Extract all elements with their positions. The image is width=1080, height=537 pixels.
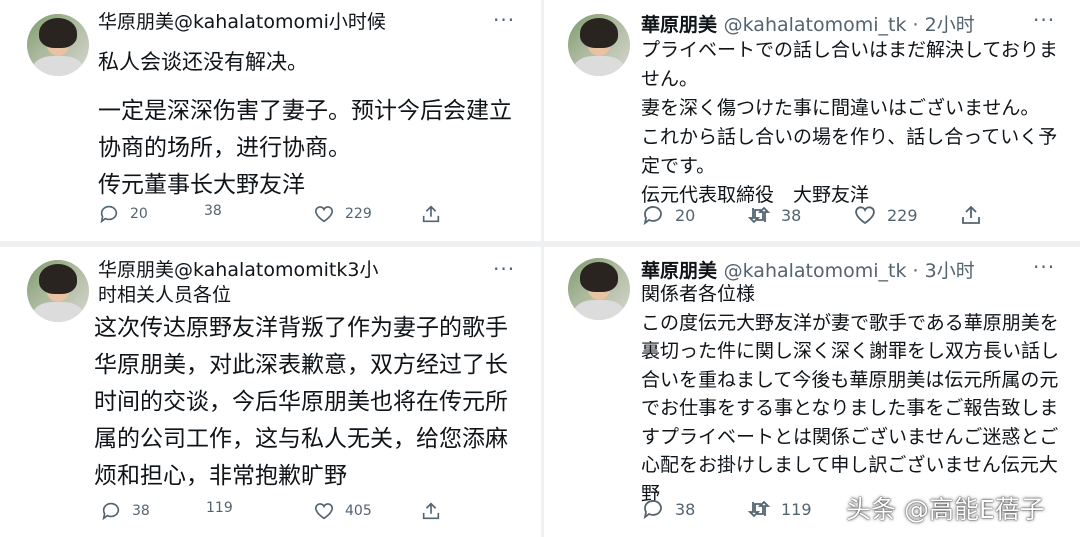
reply-button[interactable]: 20: [98, 203, 148, 225]
reply-button[interactable]: 20: [641, 203, 695, 227]
reply-icon: [102, 502, 120, 521]
more-options-icon[interactable]: ···: [493, 8, 515, 32]
like-button[interactable]: 229: [313, 203, 372, 225]
reply-icon: [643, 500, 662, 520]
share-icon: [962, 205, 980, 224]
reply-icon: [100, 205, 118, 224]
retweet-count: 119: [206, 500, 233, 516]
reply-icon: [643, 206, 662, 226]
tweet-text-line1: 私人会谈还没有解决。: [98, 50, 308, 74]
retweet-count: 38: [204, 203, 222, 219]
share-button[interactable]: [959, 203, 983, 227]
retweet-count: 38: [781, 205, 802, 225]
tweet-actions: 20 38 229: [98, 203, 538, 229]
tweet-author: 華原朋美 @kahalatomomi_tk · 3小时: [641, 256, 975, 283]
share-button[interactable]: [420, 500, 442, 522]
more-options-icon[interactable]: ···: [1033, 8, 1055, 32]
like-button[interactable]: 229: [853, 203, 918, 227]
avatar[interactable]: [568, 258, 630, 320]
tweet-actions: 38 119 405: [100, 500, 540, 526]
retweet-button[interactable]: 38: [204, 203, 222, 219]
share-icon: [422, 205, 440, 223]
retweet-count: 119: [781, 499, 812, 519]
tweet-text: 関係者各位様 この度伝元大野友洋が妻で歌手である華原朋美を 裏切った件に関し深く…: [641, 283, 1060, 505]
heart-icon: [314, 503, 334, 520]
handle-and-time: @kahalatomomi_tk · 3小时: [723, 260, 975, 282]
retweet-icon: [747, 206, 771, 224]
more-options-icon[interactable]: ···: [1033, 255, 1055, 279]
reply-count: 38: [132, 503, 150, 519]
tweet-header: 华原朋美@kahalatomomitk3小 时相关人员各位: [98, 259, 379, 306]
tweet-actions: 20 38 229: [641, 203, 1071, 229]
like-count: 229: [887, 205, 918, 225]
tweet-card-top-left[interactable]: 华原朋美@kahalatomomi小时候 ··· 私人会谈还没有解决。 一定是深…: [0, 0, 541, 241]
retweet-button[interactable]: 119: [747, 497, 812, 521]
reply-count: 20: [130, 206, 148, 222]
retweet-button[interactable]: 38: [747, 203, 801, 227]
tweet-card-top-right[interactable]: 華原朋美 @kahalatomomi_tk · 2小时 ··· プライベートでの…: [544, 0, 1080, 241]
display-name: 華原朋美: [641, 260, 718, 282]
like-count: 405: [345, 503, 372, 519]
avatar[interactable]: [27, 14, 89, 76]
display-name: 華原朋美: [641, 14, 718, 36]
tweet-text: 一定是深深伤害了妻子。预计今后会建立 协商的场所，进行协商。 传元董事长大野友洋: [98, 98, 512, 198]
heart-icon: [314, 206, 334, 223]
share-icon: [422, 502, 440, 520]
retweet-button[interactable]: 119: [206, 500, 233, 516]
avatar[interactable]: [27, 260, 89, 322]
share-button[interactable]: [420, 203, 442, 225]
reply-count: 20: [675, 205, 696, 225]
tweet-author: 華原朋美 @kahalatomomi_tk · 2小时: [641, 10, 975, 37]
tweet-text: プライベートでの話し合いはまだ解決しておりま せん。 妻を深く傷つけた事に間違い…: [641, 39, 1058, 206]
more-options-icon[interactable]: ···: [493, 257, 515, 281]
like-button[interactable]: 405: [313, 500, 372, 522]
reply-button[interactable]: 38: [100, 500, 150, 522]
tweet-text: 这次传达原野友洋背叛了作为妻子的歌手 华原朋美，对此深表歉意，双方经过了长 时间…: [94, 315, 508, 489]
handle-and-time: @kahalatomomi_tk · 2小时: [723, 14, 975, 36]
tweet-card-bottom-left[interactable]: 华原朋美@kahalatomomitk3小 时相关人员各位 ··· 这次传达原野…: [0, 247, 541, 537]
like-count: 229: [345, 206, 372, 222]
tweet-header: 华原朋美@kahalatomomi小时候: [98, 11, 386, 33]
reply-count: 38: [675, 499, 696, 519]
avatar[interactable]: [568, 14, 630, 76]
watermark: 头条 @高能E蓓子: [846, 495, 1045, 524]
reply-button[interactable]: 38: [641, 497, 695, 521]
retweet-icon: [747, 500, 771, 518]
heart-icon: [855, 206, 875, 225]
